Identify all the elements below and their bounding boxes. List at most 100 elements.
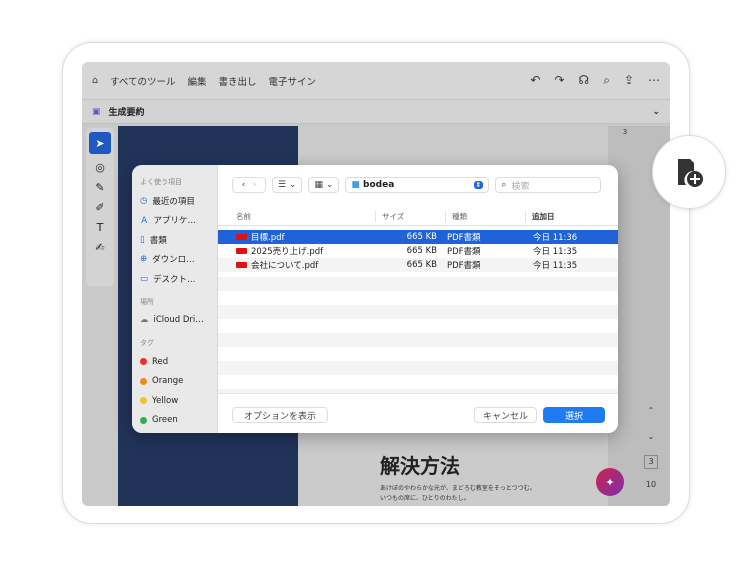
menu-esign[interactable]: 電子サイン	[269, 74, 317, 88]
pdf-icon	[236, 234, 247, 240]
label: iCloud Dri…	[153, 315, 204, 326]
scroll-down-icon[interactable]: ⌄	[644, 432, 658, 441]
sidebar-item-documents[interactable]: ▯ 書類	[140, 230, 209, 250]
group-button[interactable]: ▦ ⌄	[308, 177, 340, 193]
label: Orange	[152, 376, 184, 387]
doc-body: あけぼのやわらかな光が、まどろむ教室をそっとつつむ。 いつもの席に、ひとりのわた…	[380, 484, 536, 504]
select-button[interactable]: 選択	[543, 407, 605, 423]
dialog-sidebar: よく使う項目 ◷ 最近の項目 Ａ アプリケ… ▯ 書類 ⊕ ダウンロ… ▭ デスクト… 場…	[132, 165, 218, 433]
ai-summary-bar[interactable]: ▣ 生成要約 ⌄	[82, 100, 670, 124]
file-added: 今日 11:36	[533, 233, 578, 243]
ai-summary-icon: ▣	[92, 106, 101, 117]
folder-icon: ■	[351, 180, 360, 190]
pdf-icon	[236, 248, 247, 254]
comment-tool-icon[interactable]: ◎	[95, 161, 105, 174]
dialog-footer: オプションを表示 キャンセル 選択	[218, 393, 618, 433]
cancel-button[interactable]: キャンセル	[474, 407, 537, 423]
sidebar-item-icloud[interactable]: ☁ iCloud Dri…	[140, 311, 209, 331]
add-file-button[interactable]	[652, 135, 726, 209]
tool-palette: ➤ ◎ ✎ ✐ T ✍	[86, 128, 114, 286]
file-list: 名前 サイズ 種類 追加日 目標.pdf 665 KB PDF書類 今日 11:36 …	[218, 207, 618, 393]
label: アプリケ…	[153, 216, 197, 227]
back-forward-buttons[interactable]: ‹ ›	[232, 177, 266, 193]
location-popup[interactable]: ■ bodea ⇕	[345, 177, 490, 193]
doc-body-line: いつもの席に、ひとりのわたし。	[380, 495, 470, 502]
list-view-button[interactable]: ☰ ⌄	[272, 177, 303, 193]
column-added[interactable]: 追加日	[525, 210, 618, 222]
ai-summary-title: 生成要約	[108, 108, 145, 118]
tag-green[interactable]: Green	[140, 411, 209, 431]
doc-heading: 解決方法	[380, 454, 460, 478]
clock-icon: ◷	[140, 195, 148, 206]
file-size: 665 KB	[406, 232, 437, 242]
column-name[interactable]: 名前	[218, 211, 375, 222]
ai-assistant-button[interactable]: ✦	[596, 468, 624, 496]
file-kind: PDF書類	[447, 233, 481, 243]
sidebar-item-applications[interactable]: Ａ アプリケ…	[140, 211, 209, 231]
favorites-header: よく使う項目	[140, 178, 182, 186]
sidebar-item-desktop[interactable]: ▭ デスクト…	[140, 269, 209, 289]
file-open-dialog: よく使う項目 ◷ 最近の項目 Ａ アプリケ… ▯ 書類 ⊕ ダウンロ… ▭ デスクト… 場…	[132, 165, 618, 433]
pen-tool-icon[interactable]: ✎	[95, 181, 104, 194]
redo-icon[interactable]: ↷	[554, 73, 564, 88]
sidebar-item-downloads[interactable]: ⊕ ダウンロ…	[140, 250, 209, 270]
select-tool-icon[interactable]: ➤	[89, 132, 111, 154]
file-kind: PDF書類	[447, 247, 481, 257]
search-field[interactable]: ⌕ 検索	[495, 177, 602, 193]
desktop-icon: ▭	[140, 273, 149, 284]
column-kind[interactable]: 種類	[445, 210, 525, 222]
cloud-icon: ☁	[140, 315, 149, 326]
total-pages: 10	[645, 480, 657, 489]
yellow-dot-icon	[140, 397, 147, 405]
label: Yellow	[152, 395, 179, 406]
apps-icon: Ａ	[140, 216, 149, 227]
back-icon[interactable]: ‹	[242, 180, 246, 190]
more-icon[interactable]: ⋯	[648, 73, 660, 88]
tag-orange[interactable]: Orange	[140, 372, 209, 392]
orange-dot-icon	[140, 377, 147, 385]
file-added: 今日 11:35	[533, 261, 578, 271]
tags-header: タグ	[140, 339, 154, 347]
menu-all-tools[interactable]: すべてのツール	[110, 74, 175, 88]
file-kind: PDF書類	[447, 261, 481, 271]
search-placeholder: 検索	[511, 181, 530, 192]
file-name: 2025売り上げ.pdf	[251, 247, 324, 257]
pdf-icon	[236, 262, 247, 268]
highlight-tool-icon[interactable]: ✐	[95, 201, 104, 214]
search-icon: ⌕	[501, 180, 507, 190]
file-row[interactable]: 会社について.pdf 665 KB PDF書類 今日 11:35	[218, 258, 618, 272]
column-size[interactable]: サイズ	[375, 210, 445, 222]
text-tool-icon[interactable]: T	[97, 221, 104, 234]
forward-icon[interactable]: ›	[253, 180, 257, 190]
doc-body-line: あけぼのやわらかな光が、まどろむ教室をそっとつつむ。	[380, 485, 536, 492]
label: 書類	[149, 235, 167, 246]
file-name: 目標.pdf	[251, 233, 285, 243]
file-size: 665 KB	[406, 260, 437, 270]
label: デスクト…	[153, 274, 196, 285]
chevron-down-icon[interactable]: ⌄	[652, 107, 660, 117]
label: 最近の項目	[152, 196, 195, 207]
share-icon[interactable]: ⇪	[624, 73, 634, 88]
file-list-header: 名前 サイズ 種類 追加日	[218, 207, 618, 226]
menu-edit[interactable]: 編集	[188, 74, 207, 88]
search-icon[interactable]: ⌕	[603, 73, 610, 88]
sign-tool-icon[interactable]: ✍	[95, 241, 104, 254]
file-row[interactable]: 目標.pdf 665 KB PDF書類 今日 11:36	[218, 230, 618, 244]
scroll-up-icon[interactable]: ⌃	[644, 406, 658, 415]
file-row[interactable]: 2025売り上げ.pdf 665 KB PDF書類 今日 11:35	[218, 244, 618, 258]
document-icon: ▯	[140, 234, 145, 245]
undo-icon[interactable]: ↶	[530, 73, 540, 88]
file-name: 会社について.pdf	[251, 261, 319, 271]
tag-red[interactable]: Red	[140, 352, 209, 372]
home-icon[interactable]: ⌂	[92, 75, 98, 86]
label: ダウンロ…	[152, 255, 195, 266]
green-dot-icon	[140, 416, 147, 424]
sidebar-item-recent[interactable]: ◷ 最近の項目	[140, 191, 209, 211]
tag-yellow[interactable]: Yellow	[140, 391, 209, 411]
menu-export[interactable]: 書き出し	[219, 74, 257, 88]
label: Green	[152, 415, 178, 426]
dialog-toolbar: ‹ › ☰ ⌄ ▦ ⌄ ■ bodea ⇕ ⌕ 検索	[232, 177, 602, 193]
headphones-icon[interactable]: ☊	[579, 73, 590, 88]
current-page[interactable]: 3	[644, 455, 658, 469]
show-options-button[interactable]: オプションを表示	[232, 407, 328, 423]
